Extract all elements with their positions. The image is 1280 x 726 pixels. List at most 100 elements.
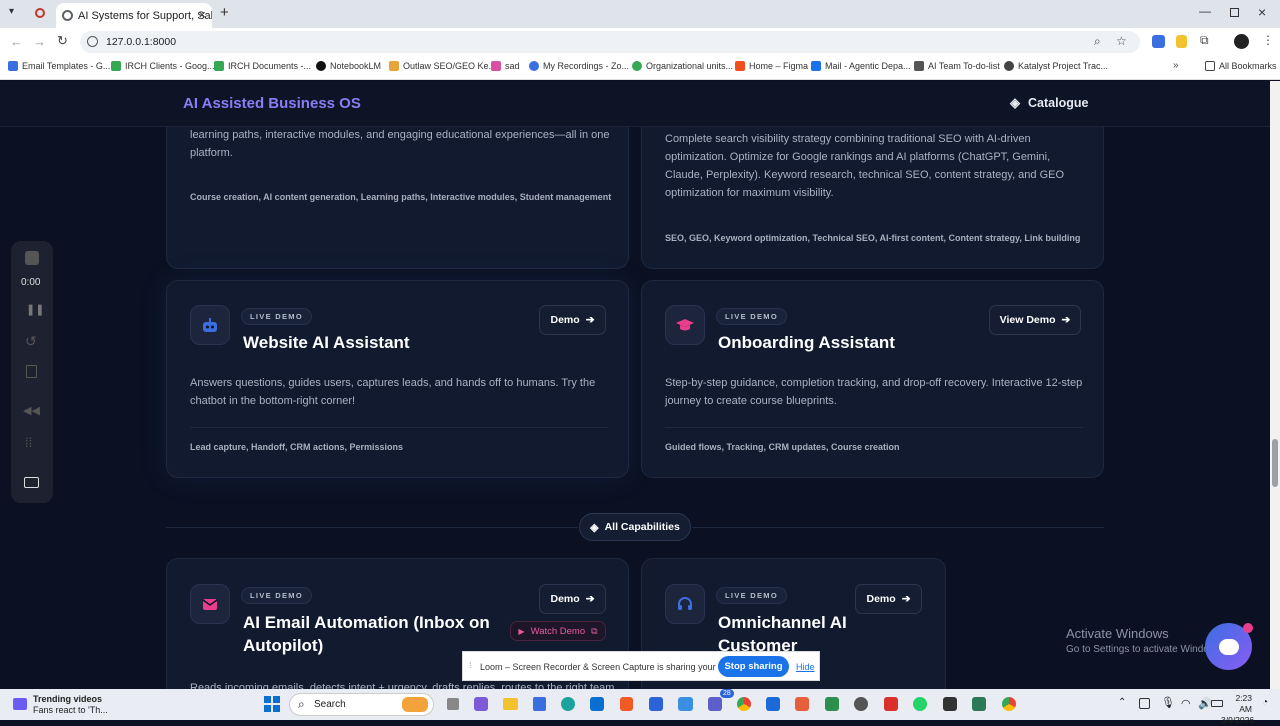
tray-icon[interactable] [1139, 698, 1150, 709]
restart-icon[interactable]: ↺ [25, 333, 37, 350]
card-tags: Lead capture, Handoff, CRM actions, Perm… [190, 442, 404, 452]
tab-close-icon[interactable]: × [198, 7, 206, 22]
tab-list-chevron-icon[interactable]: ▾ [9, 6, 14, 17]
store-icon[interactable] [533, 697, 546, 711]
demo-button[interactable]: Demo ➔ [539, 584, 606, 614]
folder-icon[interactable] [503, 698, 518, 710]
drag-handle-icon[interactable]: ⁞ [469, 660, 472, 670]
tray-chevron-icon[interactable]: ⌃ [1118, 697, 1126, 708]
catalogue-link[interactable]: ◈ Catalogue [1010, 95, 1088, 111]
extension-icon[interactable] [1152, 35, 1165, 48]
bookmark-item[interactable]: IRCH Clients - Goog... [111, 61, 215, 71]
card-divider [665, 427, 1083, 428]
brand-logo-text[interactable]: AI Assisted Business OS [183, 95, 361, 112]
card-description: Complete search visibility strategy comb… [665, 133, 1065, 199]
microphone-icon[interactable]: 🎙 [1161, 696, 1175, 709]
wifi-icon[interactable]: ◠ [1181, 697, 1191, 710]
volume-icon[interactable]: 🔊 [1198, 697, 1212, 710]
section-divider [692, 527, 1104, 528]
app-icon[interactable] [943, 697, 957, 711]
page-scrollbar[interactable] [1270, 81, 1280, 689]
notifications-icon[interactable]: ◔ [1262, 697, 1268, 708]
bookmark-item[interactable]: NotebookLM [316, 61, 381, 71]
activate-windows-watermark: Activate Windows Go to Settings to activ… [1066, 626, 1224, 655]
app-icon[interactable] [972, 697, 986, 711]
tab-favicon-icon [62, 10, 73, 21]
stop-sharing-button[interactable]: Stop sharing [718, 656, 789, 677]
site-info-icon[interactable] [87, 36, 98, 47]
app-icon[interactable] [825, 697, 839, 711]
demo-button[interactable]: Demo ➔ [855, 584, 922, 614]
bookmark-item[interactable]: Email Templates - G... [8, 61, 110, 71]
bookmark-star-icon[interactable]: ☆ [1116, 34, 1127, 48]
bookmark-item[interactable]: My Recordings - Zo... [529, 61, 629, 71]
minimize-icon[interactable]: — [1199, 4, 1211, 18]
teams-icon[interactable] [708, 697, 722, 711]
app-icon[interactable] [474, 697, 488, 711]
demo-button[interactable]: Demo ➔ [539, 305, 606, 335]
pause-icon[interactable]: ❚❚ [26, 303, 44, 316]
brave-icon[interactable] [620, 697, 633, 711]
back-icon[interactable]: ← [10, 34, 23, 49]
trash-icon[interactable] [26, 365, 37, 378]
hide-link[interactable]: Hide [796, 662, 815, 672]
bookmark-item[interactable]: Katalyst Project Trac... [1004, 61, 1108, 71]
grid-icon[interactable]: ⁞⁞ [25, 435, 32, 450]
bookmark-item[interactable]: Outlaw SEO/GEO Ke... [389, 61, 496, 71]
app-icon[interactable] [884, 697, 898, 711]
address-bar[interactable]: 127.0.0.1:8000 ⌕ ☆ [80, 31, 1140, 53]
tab-active[interactable]: AI Systems for Support, Sales, a × [56, 3, 212, 28]
more-bookmarks-icon[interactable]: » [1173, 60, 1179, 71]
live-demo-badge: LIVE DEMO [716, 587, 787, 604]
new-tab-icon[interactable]: + [220, 4, 229, 21]
address-text: 127.0.0.1:8000 [106, 36, 177, 48]
maximize-icon[interactable] [1230, 8, 1239, 17]
forward-icon[interactable]: → [33, 34, 46, 49]
profile-avatar[interactable] [1234, 34, 1249, 49]
app-icon[interactable] [854, 697, 868, 711]
system-clock[interactable]: 2:23 AM 3/9/2026 [1221, 693, 1254, 726]
card-tags: SEO, GEO, Keyword optimization, Technica… [665, 233, 1081, 243]
bookmark-item[interactable]: Home – Figma [735, 61, 808, 71]
all-capabilities-button[interactable]: ◈ All Capabilities [579, 513, 691, 541]
windows-start-icon[interactable] [264, 696, 280, 712]
chatbot-launcher-button[interactable] [1205, 623, 1253, 670]
app-icon[interactable] [678, 697, 693, 711]
watch-demo-button[interactable]: ▶ Watch Demo ⧉ [510, 621, 606, 641]
search-highlight-icon [402, 697, 428, 712]
taskbar-search[interactable]: ⌕ Search [289, 693, 434, 716]
outlook-icon[interactable] [590, 697, 604, 711]
bookmark-item[interactable]: AI Team To-do-list [914, 61, 1000, 71]
screen-sharing-bar: ⁞ Loom – Screen Recorder & Screen Captur… [462, 651, 820, 681]
chrome-icon[interactable] [1002, 697, 1016, 711]
rewind-icon[interactable]: ◀◀ [23, 404, 40, 417]
stop-record-icon[interactable] [25, 251, 39, 265]
app-icon[interactable] [795, 697, 809, 711]
widgets-icon[interactable] [13, 698, 27, 710]
card-title: Onboarding Assistant [718, 333, 895, 352]
all-bookmarks[interactable]: All Bookmarks [1205, 61, 1277, 71]
zoom-icon[interactable]: ⌕ [1094, 34, 1101, 49]
bookmark-item[interactable]: sad [491, 61, 520, 71]
chrome-icon[interactable] [737, 697, 751, 711]
extension-icon[interactable] [1176, 35, 1187, 48]
task-view-icon[interactable] [447, 698, 459, 710]
reload-icon[interactable]: ↻ [57, 33, 68, 49]
browser-menu-icon[interactable]: ⋮ [1262, 33, 1274, 47]
sharing-message: Loom – Screen Recorder & Screen Capture … [480, 662, 748, 672]
news-widget[interactable]: Trending videos Fans react to 'Th... [33, 694, 108, 716]
camera-icon[interactable] [24, 477, 39, 488]
edge-icon[interactable] [561, 697, 575, 711]
bookmark-item[interactable]: IRCH Documents -... [214, 61, 311, 71]
bookmark-item[interactable]: Organizational units... [632, 61, 733, 71]
whatsapp-icon[interactable] [913, 697, 927, 711]
external-link-icon: ⧉ [591, 625, 598, 636]
bookmark-item[interactable]: Mail - Agentic Depa... [811, 61, 911, 71]
app-icon[interactable] [649, 697, 663, 711]
app-icon[interactable] [766, 697, 780, 711]
view-demo-button[interactable]: View Demo ➔ [989, 305, 1081, 335]
close-window-icon[interactable]: × [1258, 4, 1266, 20]
extensions-puzzle-icon[interactable]: ⧉ [1200, 33, 1209, 48]
play-icon: ▶ [518, 626, 525, 636]
scrollbar-thumb[interactable] [1272, 439, 1278, 487]
